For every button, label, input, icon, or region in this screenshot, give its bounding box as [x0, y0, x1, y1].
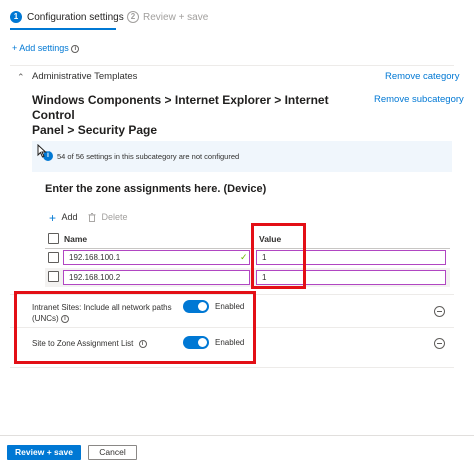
mouse-cursor-icon [37, 144, 47, 158]
review-save-button[interactable]: Review + save [7, 445, 81, 460]
divider [10, 65, 454, 66]
zone-section-title: Enter the zone assignments here. (Device… [45, 183, 267, 195]
name-input[interactable]: 192.168.100.2 [63, 270, 250, 285]
remove-category-link[interactable]: Remove category [385, 71, 459, 82]
path-line-1: Windows Components > Internet Explorer >… [32, 93, 329, 122]
delete-row-button[interactable]: Delete [88, 212, 128, 223]
info-icon: i [71, 44, 80, 53]
trash-icon [88, 213, 96, 223]
add-row-button[interactable]: + Add [49, 211, 78, 225]
step-2-number: 2 [127, 11, 139, 23]
row-checkbox[interactable] [48, 252, 59, 263]
delete-row-label: Delete [101, 212, 128, 222]
step-1-number: 1 [10, 11, 22, 23]
chevron-up-icon[interactable]: ⌃ [17, 72, 25, 83]
remove-setting-icon[interactable] [434, 338, 445, 349]
row-checkbox[interactable] [48, 271, 59, 282]
table-header-divider [45, 248, 450, 249]
add-settings-label: + Add settings [12, 43, 69, 53]
cancel-button[interactable]: Cancel [88, 445, 137, 460]
plus-icon: + [49, 211, 57, 225]
footer-divider [0, 435, 474, 436]
value-column-highlight [251, 223, 306, 289]
settings-highlight [14, 291, 256, 364]
add-row-label: Add [61, 212, 78, 223]
checkmark-icon: ✓ [240, 252, 248, 262]
remove-subcategory-link[interactable]: Remove subcategory [374, 94, 464, 105]
notice-text: 54 of 56 settings in this subcategory ar… [57, 152, 240, 161]
tab-configuration-settings[interactable]: Configuration settings [27, 12, 124, 23]
select-all-checkbox[interactable] [48, 233, 59, 244]
subcategory-path-title: Windows Components > Internet Explorer >… [32, 93, 372, 138]
name-input[interactable]: 192.168.100.1 [63, 250, 250, 265]
add-settings-link[interactable]: + Add settings i [12, 43, 80, 53]
column-header-name: Name [64, 234, 88, 244]
divider [10, 367, 454, 368]
category-name: Administrative Templates [32, 71, 138, 82]
active-tab-indicator [10, 28, 116, 30]
path-line-2: Panel > Security Page [32, 123, 158, 137]
tab-review-save[interactable]: Review + save [143, 12, 208, 23]
remove-setting-icon[interactable] [434, 306, 445, 317]
